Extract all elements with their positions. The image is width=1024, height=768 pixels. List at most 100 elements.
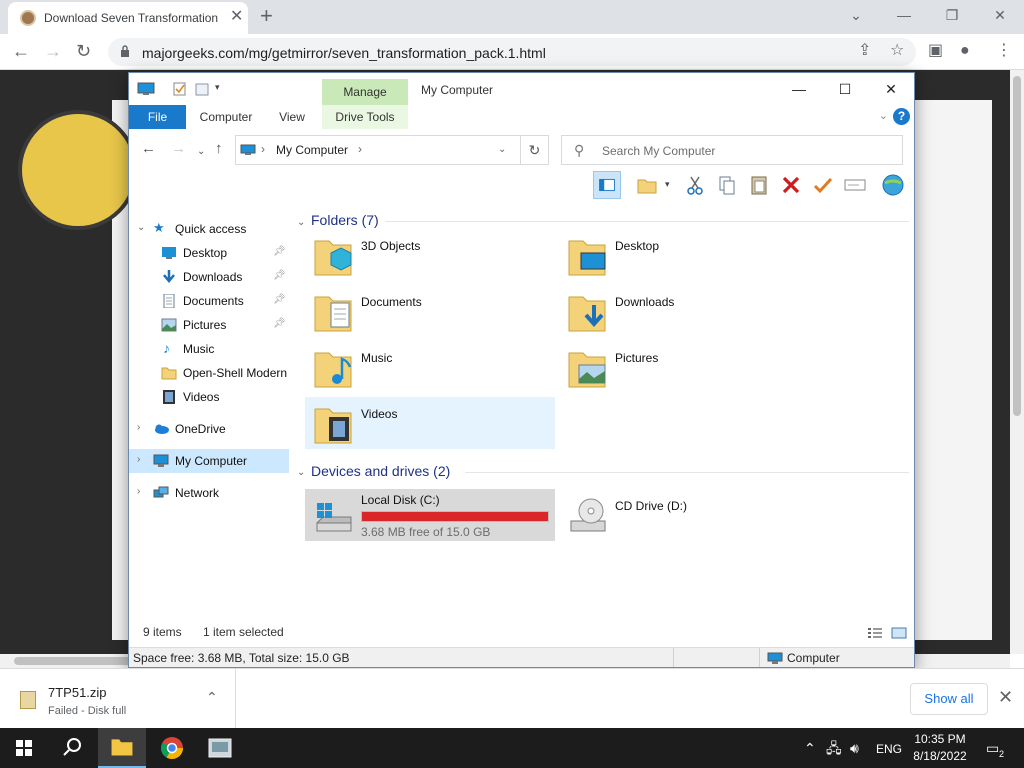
drive-tile-local-disk-c[interactable]: Local Disk (C:) 3.68 MB free of 15.0 GB (305, 489, 555, 541)
recent-locations-chevron-icon[interactable]: ⌄ (197, 143, 205, 161)
preview-pane-icon[interactable] (593, 171, 621, 199)
close-button[interactable]: ✕ (868, 73, 914, 105)
folder-tile-documents[interactable]: Documents (305, 285, 555, 337)
tab-computer[interactable]: Computer (191, 105, 261, 129)
address-dropdown-chevron-icon[interactable]: ⌄ (498, 144, 506, 155)
sidebar-item-music[interactable]: ♪ Music (129, 337, 289, 361)
back-button[interactable]: ← (12, 40, 30, 62)
breadcrumb[interactable]: My Computer (276, 143, 348, 157)
drives-group-header[interactable]: Devices and drives (2) (311, 463, 450, 479)
tab-file[interactable]: File (129, 105, 186, 129)
show-all-button[interactable]: Show all (910, 683, 988, 715)
large-icons-view-icon[interactable] (891, 627, 907, 639)
file-explorer-icon[interactable] (98, 728, 146, 768)
chrome-menu-icon[interactable]: ⋮ (996, 42, 1012, 60)
bookmark-star-icon[interactable]: ☆ (890, 42, 904, 60)
address-bar[interactable]: › My Computer › ⌄ (235, 135, 521, 165)
language-indicator[interactable]: ENG (876, 741, 902, 757)
details-view-icon[interactable] (867, 627, 883, 639)
sidebar-item-network[interactable]: › Network (129, 481, 289, 505)
breadcrumb-separator-icon[interactable]: › (261, 142, 265, 156)
folder-tile-desktop[interactable]: Desktop (559, 229, 809, 281)
group-collapse-chevron-icon[interactable]: ⌄ (297, 467, 305, 478)
browser-tab[interactable]: Download Seven Transformation ✕ (8, 2, 248, 34)
tab-drive-tools[interactable]: Drive Tools (322, 105, 408, 129)
collapsed-chevron-icon[interactable]: › (137, 422, 140, 433)
side-panel-icon[interactable]: ▣ (928, 42, 943, 60)
system-clock[interactable]: 10:35 PM 8/18/2022 (908, 731, 972, 765)
ribbon-expand-chevron-icon[interactable]: ⌄ (879, 109, 888, 122)
new-item-chevron-icon[interactable]: ▾ (665, 179, 670, 190)
sidebar-item-desktop[interactable]: Desktop 📌︎ (129, 241, 289, 265)
seven-transformation-app-icon[interactable] (196, 728, 244, 768)
back-arrow-icon[interactable]: ← (141, 140, 156, 158)
folder-tile-videos[interactable]: Videos (305, 397, 555, 449)
new-tab-button[interactable]: + (260, 5, 273, 27)
sidebar-item-label: Documents (183, 294, 244, 308)
documents-folder-icon (314, 296, 352, 332)
chevron-down-icon[interactable]: ⌄ (832, 0, 880, 30)
close-icon[interactable]: ✕ (998, 687, 1013, 708)
chevron-up-icon[interactable]: ⌃ (206, 689, 218, 706)
new-folder-icon[interactable] (633, 171, 661, 199)
tab-close-icon[interactable]: ✕ (230, 9, 243, 25)
paste-icon[interactable] (745, 171, 773, 199)
copy-icon[interactable] (713, 171, 741, 199)
help-icon[interactable]: ? (893, 108, 910, 125)
profile-avatar-icon[interactable]: ● (960, 42, 970, 60)
majorgeeks-favicon-icon (20, 10, 36, 26)
sidebar-item-downloads[interactable]: Downloads 📌︎ (129, 265, 289, 289)
sidebar-item-quick-access[interactable]: ⌄ ★ Quick access (129, 217, 289, 241)
cut-icon[interactable] (681, 171, 709, 199)
show-hidden-icons-chevron-icon[interactable]: ⌃ (804, 740, 816, 756)
folders-group-header[interactable]: Folders (7) (311, 212, 379, 228)
start-windows-icon[interactable] (0, 728, 48, 768)
folder-label: Pictures (615, 351, 659, 365)
folder-tile-pictures[interactable]: Pictures (559, 341, 809, 393)
tab-view[interactable]: View (269, 105, 315, 129)
search-icon[interactable] (48, 728, 96, 768)
sidebar-item-onedrive[interactable]: › OneDrive (129, 417, 289, 441)
maximize-button[interactable]: ☐ (822, 73, 868, 105)
reload-button[interactable]: ↻ (76, 40, 91, 62)
folder-tile-3d-objects[interactable]: 3D Objects (305, 229, 555, 281)
chrome-icon[interactable] (148, 728, 196, 768)
expanded-chevron-icon[interactable]: ⌄ (137, 222, 145, 233)
sidebar-item-open-shell-modern[interactable]: Open-Shell Modern (129, 361, 289, 385)
sidebar-item-videos[interactable]: Videos (129, 385, 289, 409)
network-globe-icon[interactable] (879, 171, 907, 199)
sidebar-item-pictures[interactable]: Pictures 📌︎ (129, 313, 289, 337)
restore-button[interactable]: ❐ (928, 0, 976, 30)
minimize-button[interactable]: — (776, 73, 822, 105)
properties-icon[interactable] (173, 82, 187, 96)
refresh-button[interactable]: ↻ (521, 135, 549, 165)
download-filename: 7TP51.zip (48, 685, 107, 700)
share-icon[interactable]: ⇪ (858, 42, 871, 60)
new-folder-icon[interactable] (195, 82, 209, 96)
breadcrumb-separator-icon[interactable]: › (358, 142, 362, 156)
forward-arrow-icon[interactable]: → (171, 140, 186, 158)
search-input[interactable]: ⚲ Search My Computer (561, 135, 903, 165)
download-item[interactable]: 7TP51.zip Failed - Disk full ⌃ (0, 669, 236, 728)
rename-checkmark-icon[interactable] (809, 171, 837, 199)
properties-icon[interactable] (841, 171, 869, 199)
drive-tile-cd-drive-d[interactable]: CD Drive (D:) (559, 489, 809, 541)
network-icon[interactable]: 🖧︎ (826, 740, 842, 756)
page-vertical-scrollbar[interactable] (1010, 70, 1024, 654)
group-collapse-chevron-icon[interactable]: ⌄ (297, 217, 305, 228)
forward-button[interactable]: → (44, 40, 62, 62)
folder-tile-music[interactable]: Music (305, 341, 555, 393)
omnibox[interactable]: majorgeeks.com/mg/getmirror/seven_transf… (108, 38, 916, 66)
folder-tile-downloads[interactable]: Downloads (559, 285, 809, 337)
collapsed-chevron-icon[interactable]: › (137, 486, 140, 497)
sidebar-item-my-computer[interactable]: › My Computer (129, 449, 289, 473)
volume-icon[interactable]: 🔊︎ (850, 740, 859, 756)
delete-icon[interactable] (777, 171, 805, 199)
customize-toolbar-chevron-icon[interactable]: ▾ (215, 82, 220, 93)
minimize-button[interactable]: — (880, 0, 928, 30)
collapsed-chevron-icon[interactable]: › (137, 454, 140, 465)
close-button[interactable]: ✕ (976, 0, 1024, 30)
up-arrow-icon[interactable]: ↑ (215, 140, 223, 158)
notifications-icon[interactable]: ▭ (986, 740, 999, 756)
sidebar-item-documents[interactable]: Documents 📌︎ (129, 289, 289, 313)
